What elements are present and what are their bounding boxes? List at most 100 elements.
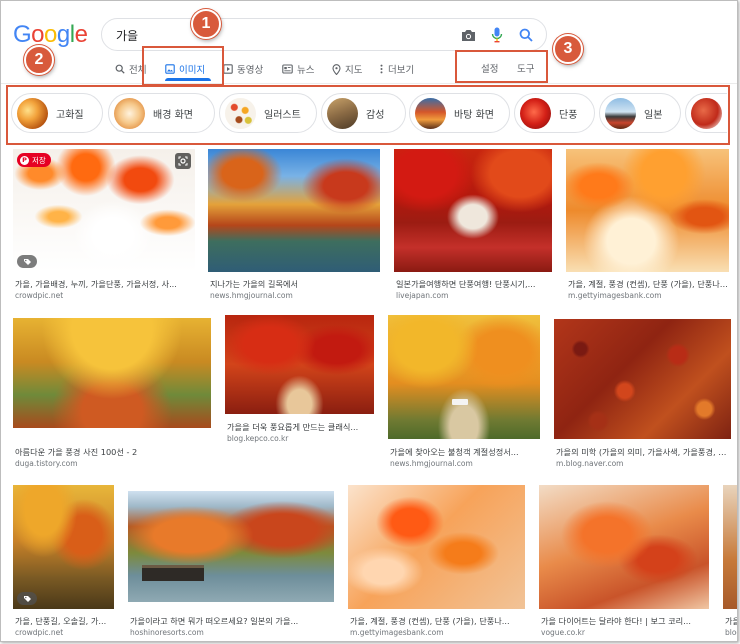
tab-all[interactable]: 전체 [115, 58, 146, 80]
logo-letter: e [74, 21, 88, 48]
chip-thumbnail [327, 97, 358, 129]
tag-icon [17, 592, 37, 605]
result-source[interactable]: news.hmgjournal.com [210, 291, 293, 300]
result-thumbnail[interactable] [348, 485, 525, 609]
tab-label: 더보기 [388, 65, 415, 76]
result-title[interactable]: 가을에 찾아오는 불청객 계절성정서... [390, 446, 538, 458]
result-thumbnail[interactable] [554, 319, 731, 439]
result-title[interactable]: 가을, 계절, 풍경 (컨셉), 단풍 (가을), 단풍나무... [568, 278, 731, 290]
chip-label: 고화질 [56, 109, 84, 121]
result-thumbnail[interactable]: P 저장 [13, 149, 195, 272]
result-source[interactable]: duga.tistory.com [15, 459, 78, 468]
result-source[interactable]: blog.... [725, 628, 737, 637]
result-source[interactable]: m.blog.naver.com [556, 459, 623, 468]
result-thumbnail[interactable] [225, 315, 374, 414]
microphone-icon[interactable] [487, 25, 507, 45]
chip-illustration[interactable]: 일러스트 [219, 93, 317, 133]
pinterest-save-badge[interactable]: P 저장 [17, 153, 51, 167]
result-title[interactable]: 가을이라고 하면 뭐가 떠오르세요? 일본의 가을... [130, 615, 336, 627]
result-title[interactable]: 가을... [725, 615, 737, 627]
image-result[interactable]: 가을의 미학 (가을의 의미, 가을사색, 가을풍경, 가... m.blog.… [554, 319, 731, 470]
logo-letter: g [56, 21, 70, 48]
result-source[interactable]: crowdpic.net [15, 291, 63, 300]
result-title[interactable]: 가을, 가을배경, 누끼, 가을단풍, 가을서정, 사... [15, 278, 193, 290]
tools-link[interactable]: 도구 [517, 61, 534, 75]
chip-thumbnail [415, 97, 446, 129]
image-result[interactable]: P 저장 가을, 가을배경, 누끼, 가을단풍, 가을서정, 사... crowd… [13, 149, 195, 301]
result-source[interactable]: m.gettyimagesbank.com [568, 291, 662, 300]
result-thumbnail[interactable] [566, 149, 729, 272]
tab-images[interactable]: 이미지 [165, 58, 205, 80]
search-box[interactable] [101, 18, 547, 51]
result-source[interactable]: m.gettyimagesbank.com [350, 628, 444, 637]
result-title[interactable]: 지나가는 가을의 길목에서 [210, 278, 378, 290]
image-result[interactable]: 지나가는 가을의 길목에서 news.hmgjournal.com [208, 149, 380, 301]
settings-link[interactable]: 설정 [481, 61, 498, 75]
image-result[interactable]: 일본가을여행하면 단풍여행! 단풍시기,... livejapan.com [394, 149, 552, 301]
result-thumbnail[interactable] [394, 149, 552, 272]
result-thumbnail[interactable] [388, 315, 540, 439]
result-title[interactable]: 가을, 계절, 풍경 (컨셉), 단풍 (가을), 단풍나... [350, 615, 523, 627]
chip-high-resolution[interactable]: 고화질 [11, 93, 103, 133]
result-title[interactable]: 일본가을여행하면 단풍여행! 단풍시기,... [396, 278, 550, 290]
chip-wallpaper[interactable]: 배경 화면 [108, 93, 215, 133]
chip-label: 단풍 [559, 109, 578, 121]
tab-label: 동영상 [237, 65, 264, 76]
image-result[interactable]: 가을, 단풍길, 오솔길, 가... crowdpic.net [13, 485, 114, 640]
browser-frame: Google 전체 이미지 동영상 뉴스 지도 더보기 설정 [0, 0, 738, 642]
callout-number-3: 3 [553, 34, 583, 64]
logo-letter: o [44, 21, 57, 48]
chip-thumbnail [17, 97, 48, 129]
result-title[interactable]: 가을을 더욱 풍요롭게 만드는 클래식... [227, 421, 372, 433]
google-logo[interactable]: Google [13, 21, 88, 49]
result-title[interactable]: 가을 다이어트는 달라야 한다! | 보그 코리... [541, 615, 707, 627]
result-thumbnail[interactable] [13, 485, 114, 609]
lens-icon[interactable] [175, 153, 191, 169]
result-source[interactable]: blog.kepco.co.kr [227, 434, 288, 443]
related-search-chips: 고화질 배경 화면 일러스트 감성 바탕 화면 단풍 일본 [11, 93, 727, 135]
chip-desktop-background[interactable]: 바탕 화면 [409, 93, 510, 133]
result-source[interactable]: crowdpic.net [15, 628, 63, 637]
play-icon [223, 64, 233, 74]
news-icon [282, 64, 293, 74]
result-source[interactable]: hoshinoresorts.com [130, 628, 204, 637]
chip-emotional[interactable]: 감성 [321, 93, 406, 133]
search-icon[interactable] [516, 25, 536, 45]
chip-thumbnail [225, 97, 256, 129]
tab-videos[interactable]: 동영상 [223, 58, 263, 80]
result-title[interactable]: 아름다운 가을 풍경 사진 100선 - 2 [15, 446, 209, 458]
result-title[interactable]: 가을, 단풍길, 오솔길, 가... [15, 615, 114, 627]
result-title[interactable]: 가을의 미학 (가을의 의미, 가을사색, 가을풍경, 가... [556, 446, 729, 458]
chip-japan[interactable]: 일본 [599, 93, 681, 133]
result-thumbnail[interactable] [128, 491, 334, 602]
image-result[interactable]: 가을... blog.... [723, 485, 737, 640]
result-thumbnail[interactable] [723, 485, 737, 609]
result-thumbnail[interactable] [539, 485, 709, 609]
chip-label: 감성 [366, 109, 385, 121]
image-result[interactable]: 가을이라고 하면 뭐가 떠오르세요? 일본의 가을... hoshinoreso… [128, 491, 334, 640]
logo-letter: G [13, 21, 32, 48]
tab-maps[interactable]: 지도 [332, 58, 362, 80]
camera-icon[interactable] [458, 25, 478, 45]
result-source[interactable]: vogue.co.kr [541, 628, 585, 637]
image-result[interactable]: 가을 다이어트는 달라야 한다! | 보그 코리... vogue.co.kr [539, 485, 709, 640]
chip-more[interactable] [685, 93, 727, 133]
image-result[interactable]: 가을을 더욱 풍요롭게 만드는 클래식... blog.kepco.co.kr [225, 315, 374, 470]
chip-thumbnail [114, 97, 145, 129]
chip-label: 일러스트 [264, 109, 301, 121]
result-thumbnail[interactable] [13, 318, 211, 428]
result-source[interactable]: livejapan.com [396, 291, 448, 300]
tab-news[interactable]: 뉴스 [282, 58, 314, 80]
search-input[interactable] [116, 25, 446, 45]
chip-autumn-leaves[interactable]: 단풍 [514, 93, 595, 133]
image-result[interactable]: 가을, 계절, 풍경 (컨셉), 단풍 (가을), 단풍나... m.getty… [348, 485, 525, 640]
image-icon [165, 64, 175, 74]
tab-label: 지도 [345, 65, 363, 76]
result-thumbnail[interactable] [208, 149, 380, 272]
image-result[interactable]: 가을, 계절, 풍경 (컨셉), 단풍 (가을), 단풍나무... m.gett… [566, 149, 731, 301]
image-result[interactable]: 가을에 찾아오는 불청객 계절성정서... news.hmgjournal.co… [388, 315, 540, 470]
bench-shape [452, 399, 468, 405]
tab-more[interactable]: 더보기 [379, 58, 414, 80]
result-source[interactable]: news.hmgjournal.com [390, 459, 473, 468]
image-result[interactable]: 아름다운 가을 풍경 사진 100선 - 2 duga.tistory.com [13, 318, 211, 470]
